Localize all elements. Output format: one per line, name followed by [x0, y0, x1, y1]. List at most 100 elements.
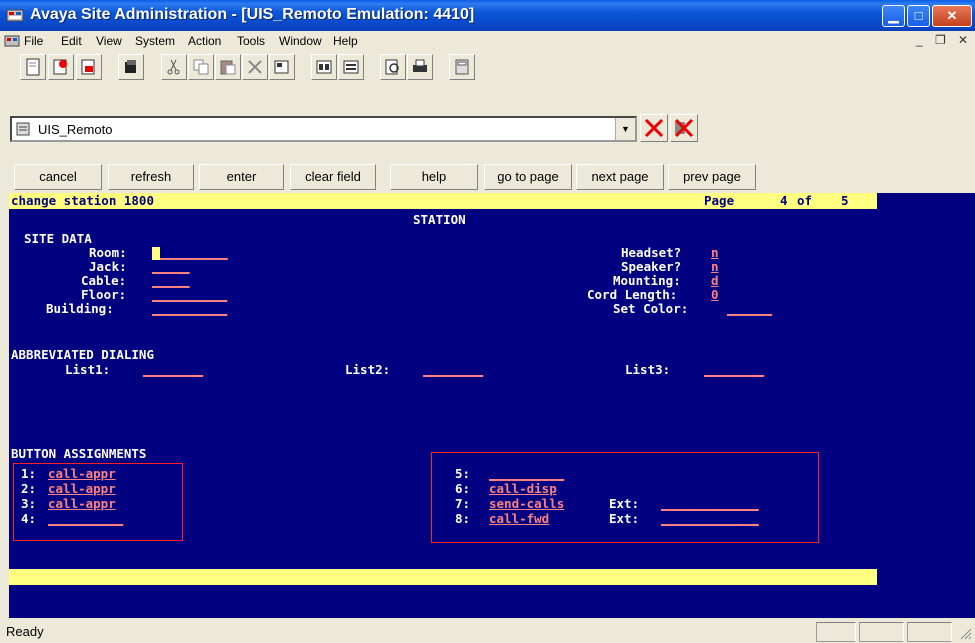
view2-button[interactable] [338, 54, 364, 80]
disconnect-button[interactable] [640, 114, 668, 142]
menu-view[interactable]: View [96, 34, 122, 48]
room-field[interactable]: _________ [152, 246, 228, 260]
resize-grip-icon[interactable] [958, 626, 972, 640]
button-4-field[interactable]: __________ [48, 512, 123, 526]
go-to-page-button[interactable]: go to page [484, 164, 572, 190]
list1-field[interactable]: ________ [143, 363, 203, 377]
mounting-label: Mounting: [613, 273, 681, 288]
menu-window[interactable]: Window [279, 34, 322, 48]
cable-label: Cable: [81, 273, 127, 288]
print-button[interactable] [407, 54, 433, 80]
button-1-field[interactable]: call-appr [48, 467, 116, 481]
open-icon [53, 59, 67, 75]
speaker-label: Speaker? [621, 259, 682, 274]
disconnect-icon [644, 118, 664, 138]
close-button[interactable]: ✕ [932, 5, 972, 27]
jack-label: Jack: [89, 259, 127, 274]
set-color-field[interactable]: ______ [727, 302, 772, 316]
button-2-field[interactable]: call-appr [48, 482, 116, 496]
view1-button[interactable] [311, 54, 337, 80]
minimize-button[interactable]: ▁ [882, 5, 905, 27]
cable-field[interactable]: _____ [152, 274, 190, 288]
chevron-down-icon[interactable]: ▼ [615, 118, 635, 140]
speaker-field[interactable]: n [711, 260, 719, 274]
menu-system[interactable]: System [135, 34, 175, 48]
button-7-field[interactable]: send-calls [489, 497, 564, 511]
button-6-field[interactable]: call-disp [489, 482, 557, 496]
refresh-button[interactable]: refresh [108, 164, 194, 190]
save-button[interactable] [76, 54, 102, 80]
cord-length-field[interactable]: 0 [711, 288, 719, 302]
list2-field[interactable]: ________ [423, 363, 483, 377]
delete-button[interactable] [242, 54, 268, 80]
toolbar [0, 51, 975, 87]
menu-tools[interactable]: Tools [237, 34, 265, 48]
headset-label: Headset? [621, 245, 682, 260]
menu-action[interactable]: Action [188, 34, 221, 48]
button-8-ext-label: Ext: [609, 511, 640, 526]
menu-file[interactable]: File [24, 34, 43, 48]
headset-field[interactable]: n [711, 246, 719, 260]
enter-button[interactable]: enter [199, 164, 284, 190]
site-selector-row: UIS_Remoto ▼ [0, 87, 975, 150]
button-3-label: 3: [21, 496, 37, 511]
list2-label: List2: [345, 362, 391, 377]
document-minimize-button[interactable]: _ [916, 33, 923, 47]
button-8-field[interactable]: call-fwd [489, 512, 549, 526]
building-field[interactable]: __________ [152, 302, 227, 316]
delete-icon [248, 60, 262, 74]
page-label: Page [704, 193, 735, 208]
button-7-ext-field[interactable]: _____________ [661, 497, 759, 511]
properties-button[interactable] [269, 54, 295, 80]
print-preview-button[interactable] [380, 54, 406, 80]
site-combo-value: UIS_Remoto [38, 122, 113, 137]
floor-field[interactable]: __________ [152, 288, 227, 302]
maximize-button[interactable]: □ [907, 5, 930, 27]
print-setup-button[interactable] [118, 54, 144, 80]
cut-button[interactable] [161, 54, 187, 80]
page-total: 5 [841, 193, 849, 208]
cord-length-label: Cord Length: [587, 287, 678, 302]
jack-field[interactable]: _____ [152, 260, 190, 274]
building-label: Building: [46, 301, 114, 316]
paste-button[interactable] [215, 54, 241, 80]
next-page-button[interactable]: next page [576, 164, 664, 190]
menu-edit[interactable]: Edit [61, 34, 82, 48]
save-icon [81, 59, 95, 75]
help-button[interactable]: help [390, 164, 478, 190]
new-button[interactable] [20, 54, 46, 80]
cancel-button[interactable]: cancel [14, 164, 102, 190]
button-8-ext-field[interactable]: _____________ [661, 512, 759, 526]
page-current: 4 [780, 193, 788, 208]
copy-button[interactable] [188, 54, 214, 80]
button-7-label: 7: [455, 496, 471, 511]
paste-icon [220, 60, 236, 75]
open-button[interactable] [48, 54, 74, 80]
copy-icon [193, 59, 209, 75]
list3-field[interactable]: ________ [704, 363, 764, 377]
disconnect-all-icon [674, 118, 694, 138]
prev-page-button[interactable]: prev page [668, 164, 756, 190]
print-icon [413, 59, 427, 72]
status-panel-2 [859, 622, 904, 642]
mounting-field[interactable]: d [711, 274, 719, 288]
view2-icon [343, 60, 359, 74]
new-icon [26, 58, 40, 76]
status-bar: Ready [0, 618, 975, 643]
clear-field-button[interactable]: clear field [290, 164, 376, 190]
document-restore-button[interactable]: ❐ [935, 33, 946, 47]
site-combo[interactable]: UIS_Remoto ▼ [10, 116, 637, 142]
button-5-label: 5: [455, 466, 471, 481]
title-bar[interactable]: Avaya Site Administration - [UIS_Remoto … [0, 0, 975, 31]
document-system-menu-icon[interactable] [4, 33, 20, 49]
menu-help[interactable]: Help [333, 34, 358, 48]
status-text: Ready [6, 624, 44, 639]
button-3-field[interactable]: call-appr [48, 497, 116, 511]
disconnect-all-button[interactable] [670, 114, 698, 142]
document-close-button[interactable]: ✕ [958, 33, 968, 47]
terminal-screen[interactable]: change station 1800 Page 4 of 5 STATION … [9, 193, 975, 618]
calculator-button[interactable] [449, 54, 475, 80]
room-label: Room: [89, 245, 127, 260]
button-5-field[interactable]: __________ [489, 467, 564, 481]
site-icon [16, 122, 30, 136]
